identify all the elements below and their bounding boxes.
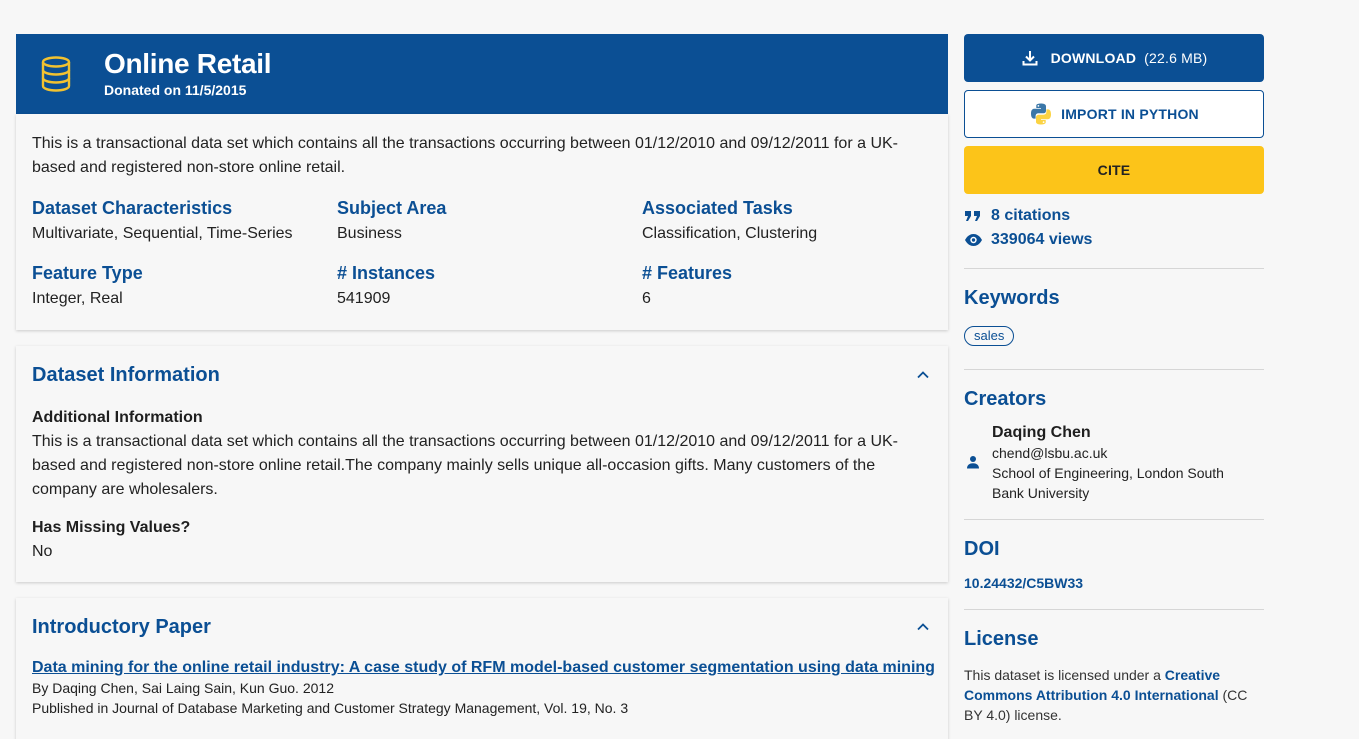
title-block: Online Retail Donated on 11/5/2015	[104, 48, 272, 98]
characteristic-label: # Instances	[337, 263, 436, 283]
creator-affiliation: School of Engineering, London South Bank…	[992, 465, 1224, 501]
creator-item: Daqing Chen chend@lsbu.ac.uk School of E…	[964, 423, 1264, 503]
characteristic-label: # Features	[642, 263, 733, 283]
eye-icon	[965, 234, 982, 246]
cite-label: CITE	[1097, 162, 1131, 178]
citations-count: 8 citations	[991, 207, 1071, 224]
section-heading: Dataset Information	[32, 364, 220, 386]
dataset-summary: This is a transactional data set which c…	[32, 135, 898, 176]
download-icon	[1022, 51, 1038, 66]
cite-button[interactable]: CITE	[964, 146, 1264, 194]
characteristic-label: Subject Area	[337, 198, 447, 218]
chevron-up-icon[interactable]	[916, 368, 930, 382]
license-prefix: This dataset is licensed under a	[964, 667, 1165, 683]
paper-authors: By Daqing Chen, Sai Laing Sain, Kun Guo.…	[32, 680, 334, 696]
keywords-list: sales	[964, 326, 1264, 346]
characteristic-value: 6	[642, 290, 651, 307]
stats: 8 citations 339064 views	[964, 204, 1264, 252]
license-heading: License	[964, 628, 1039, 650]
divider	[964, 609, 1264, 610]
divider	[964, 268, 1264, 269]
characteristic-item: # Features 6	[642, 262, 932, 309]
additional-info-text: This is a transactional data set which c…	[32, 433, 898, 498]
views-stat: 339064 views	[964, 228, 1264, 252]
doi-link[interactable]: 10.24432/C5BW33	[964, 575, 1264, 591]
paper-publication: Published in Journal of Database Marketi…	[32, 700, 629, 716]
characteristic-item: Feature Type Integer, Real	[32, 262, 337, 309]
characteristic-value: 541909	[337, 290, 391, 307]
sidebar: DOWNLOAD (22.6 MB) IMPORT IN PYTHON CITE…	[964, 34, 1264, 725]
citations-link[interactable]: 8 citations	[964, 204, 1264, 228]
characteristic-value: Classification, Clustering	[642, 225, 818, 242]
creator-email: chend@lsbu.ac.uk	[992, 445, 1108, 461]
additional-info-label: Additional Information	[32, 409, 203, 426]
dataset-header: Online Retail Donated on 11/5/2015	[16, 34, 948, 114]
license-text: This dataset is licensed under a Creativ…	[964, 665, 1264, 725]
characteristic-value: Integer, Real	[32, 290, 123, 307]
creator-name: Daqing Chen	[992, 424, 1091, 441]
python-icon	[1031, 103, 1052, 125]
divider	[964, 369, 1264, 370]
download-button[interactable]: DOWNLOAD (22.6 MB)	[964, 34, 1264, 82]
chevron-up-icon[interactable]	[916, 620, 930, 634]
keyword-tag[interactable]: sales	[964, 326, 1015, 346]
dataset-page: Online Retail Donated on 11/5/2015 This …	[0, 0, 1359, 739]
introductory-paper-section: Introductory Paper Data mining for the o…	[16, 598, 948, 739]
views-count: 339064 views	[991, 231, 1093, 248]
characteristic-item: Subject Area Business	[337, 197, 642, 244]
missing-values-label: Has Missing Values?	[32, 519, 191, 536]
doi-heading: DOI	[964, 538, 1000, 560]
characteristic-label: Associated Tasks	[642, 198, 793, 218]
characteristics-grid: Dataset Characteristics Multivariate, Se…	[32, 197, 932, 309]
donated-date: Donated on 11/5/2015	[104, 82, 247, 98]
missing-values-value: No	[32, 543, 53, 560]
import-python-label: IMPORT IN PYTHON	[1061, 106, 1199, 122]
characteristic-item: # Instances 541909	[337, 262, 642, 309]
dataset-information-section: Dataset Information Additional Informati…	[16, 346, 948, 582]
creator-details: Daqing Chen chend@lsbu.ac.uk School of E…	[992, 423, 1242, 503]
characteristic-label: Feature Type	[32, 263, 143, 283]
characteristic-item: Associated Tasks Classification, Cluster…	[642, 197, 932, 244]
download-size: (22.6 MB)	[1144, 50, 1208, 66]
divider	[964, 519, 1264, 520]
main-column: Online Retail Donated on 11/5/2015 This …	[16, 34, 948, 739]
characteristic-label: Dataset Characteristics	[32, 198, 233, 218]
characteristic-value: Multivariate, Sequential, Time-Series	[32, 225, 293, 242]
summary-card: This is a transactional data set which c…	[16, 114, 948, 330]
page-title: Online Retail	[104, 48, 272, 79]
import-python-button[interactable]: IMPORT IN PYTHON	[964, 90, 1264, 138]
keywords-heading: Keywords	[964, 287, 1060, 309]
download-label: DOWNLOAD	[1050, 50, 1137, 66]
characteristic-value: Business	[337, 225, 402, 242]
characteristic-item: Dataset Characteristics Multivariate, Se…	[32, 197, 337, 244]
paper-link[interactable]: Data mining for the online retail indust…	[32, 658, 935, 678]
database-icon	[41, 56, 71, 92]
section-heading: Introductory Paper	[32, 616, 211, 638]
quote-icon	[965, 211, 980, 221]
creators-heading: Creators	[964, 388, 1047, 410]
person-icon	[966, 423, 984, 503]
